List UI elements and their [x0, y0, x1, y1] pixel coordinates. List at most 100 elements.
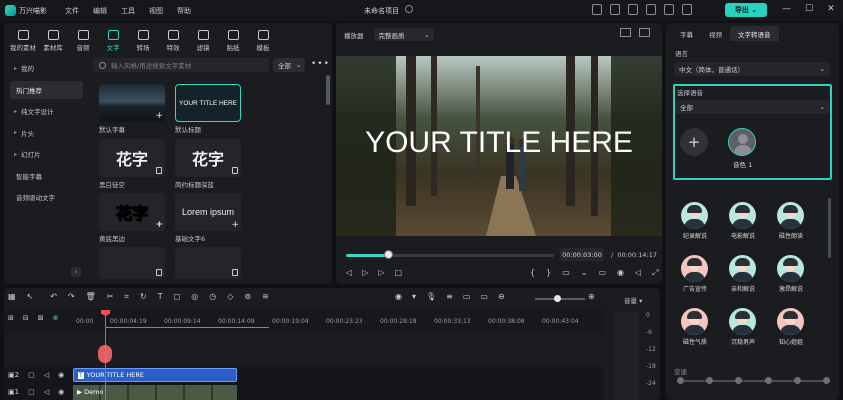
tab-music[interactable]: 音频	[68, 30, 98, 52]
motion-icon[interactable]: ⊚	[244, 292, 251, 302]
color-icon[interactable]: ◎	[191, 292, 198, 302]
lock-icon[interactable]: ▢	[28, 388, 35, 396]
undo-icon[interactable]: ↶	[50, 292, 57, 302]
grid-view-icon[interactable]	[639, 28, 650, 37]
play-forward-icon[interactable]: ▷	[378, 268, 384, 277]
collapse-sidebar-icon[interactable]: ‹	[71, 267, 81, 277]
video-clip[interactable]: ▶ Demo	[73, 385, 237, 400]
voice-option[interactable]: 沉稳男声	[729, 308, 757, 346]
microphone-icon[interactable]: 🎙	[426, 292, 436, 301]
video-title-overlay[interactable]: YOUR TITLE HERE	[336, 126, 662, 160]
menu-edit[interactable]: 编辑	[93, 6, 107, 16]
fullscreen-icon[interactable]: ⤢	[652, 268, 658, 278]
thumbnail-basic-6[interactable]: Lorem ipsum +	[175, 193, 241, 231]
visibility-icon[interactable]: ◉	[58, 371, 64, 379]
sidebar-item[interactable]: ▸ 片头	[10, 124, 83, 142]
playhead-marker[interactable]	[98, 345, 112, 363]
thumbnail-default-title[interactable]: YOUR TITLE HERE	[175, 84, 241, 122]
close-icon[interactable]: ✕	[827, 4, 835, 14]
monitor-icon[interactable]: ▭	[598, 268, 606, 278]
download-icon[interactable]	[232, 269, 238, 276]
link-icon[interactable]: ⊟	[23, 314, 29, 322]
filter-dropdown[interactable]: 全部 ⌄	[273, 58, 305, 72]
voice-scrollbar[interactable]	[828, 198, 831, 258]
menu-help[interactable]: 帮助	[177, 6, 191, 16]
cloud-sync-icon[interactable]	[405, 5, 413, 13]
snapshot-icon[interactable]: ◉	[617, 268, 624, 278]
cloud-icon[interactable]	[628, 4, 638, 15]
speed-slider[interactable]	[680, 380, 826, 382]
current-time[interactable]: 00:00:03:00	[560, 248, 604, 261]
stop-icon[interactable]: □	[394, 268, 402, 277]
mute-icon[interactable]: ◁	[44, 388, 49, 396]
add-track-icon[interactable]: ⊞	[8, 314, 14, 322]
thumbnail-default-subtitle[interactable]: +	[99, 84, 165, 122]
tab-subtitles[interactable]: 字幕	[672, 26, 701, 41]
search-input[interactable]: 输入风格/用途搜索文字素材	[93, 58, 269, 72]
menu-tools[interactable]: 工具	[121, 6, 135, 16]
add-icon[interactable]: +	[155, 220, 163, 230]
screen-record-icon[interactable]: ▭	[463, 292, 471, 301]
tab-transition[interactable]: 转场	[128, 30, 158, 52]
previous-frame-icon[interactable]: ◁	[346, 268, 352, 277]
language-dropdown[interactable]: 中文（简体，普通话） ⌄	[674, 62, 830, 76]
cut-icon[interactable]: ✂	[107, 292, 114, 302]
media-scrollbar[interactable]	[326, 75, 330, 105]
delete-icon[interactable]: 🗑	[86, 292, 96, 302]
voice-option[interactable]: 亲和解说	[729, 255, 757, 293]
select-tool-icon[interactable]: ↖	[27, 292, 34, 302]
playback-scrubber[interactable]	[384, 250, 393, 259]
tab-folder[interactable]: 我的素材	[8, 30, 38, 52]
sidebar-item[interactable]: 音频驱动文字	[10, 188, 83, 206]
mark-in-icon[interactable]: {	[530, 268, 535, 278]
thumbnail-yellow[interactable]: 花字 +	[99, 193, 165, 231]
tab-video[interactable]: 视频	[701, 26, 730, 41]
thumbnail-bw[interactable]: 花字	[99, 139, 165, 177]
thumbnail-more-1[interactable]	[99, 247, 165, 279]
text-clip[interactable]: T YOUR TITLE HERE	[73, 368, 237, 382]
mix-icon[interactable]: ≡	[446, 292, 453, 301]
menu-view[interactable]: 视图	[149, 6, 163, 16]
voice-option[interactable]: 激昂解说	[777, 255, 805, 293]
download-icon[interactable]	[156, 269, 162, 276]
add-voice-button[interactable]: +	[680, 128, 708, 156]
save-icon[interactable]	[592, 4, 602, 15]
gift-icon[interactable]	[664, 4, 674, 15]
maximize-icon[interactable]: ☐	[805, 4, 813, 14]
speed-step-dot[interactable]	[793, 377, 801, 384]
snap-icon[interactable]: ⊠	[38, 314, 44, 322]
chevron-down-icon[interactable]: ⌄	[581, 268, 588, 278]
zoom-out-icon[interactable]: ⊖	[498, 292, 505, 301]
voice-option[interactable]: 知心姐姐	[777, 308, 805, 346]
magnet-icon[interactable]: ⊕	[53, 314, 59, 322]
voice-option[interactable]: 电影解说	[729, 202, 757, 240]
tab-media-library[interactable]: 素材库	[38, 30, 68, 52]
text-tool-icon[interactable]: T	[158, 292, 163, 302]
crop-icon[interactable]: ⌗	[125, 292, 130, 302]
voice-option[interactable]: 广告宣传	[681, 255, 709, 293]
tab-text-to-speech[interactable]: 文字转语音	[730, 26, 779, 41]
export-button[interactable]: 导出 ⌄	[725, 3, 767, 17]
speed-step-dot[interactable]	[823, 377, 830, 384]
add-icon[interactable]: +	[155, 111, 163, 121]
shield-icon[interactable]: ▾	[412, 292, 416, 301]
add-icon[interactable]: +	[231, 220, 239, 230]
quality-icon[interactable]: ▭	[562, 268, 570, 278]
thumbnail-more-2[interactable]	[175, 247, 241, 279]
thumbnail-minimal-blue[interactable]: 花字	[175, 139, 241, 177]
layout-icon[interactable]: ▦	[8, 292, 16, 302]
voice-option[interactable]: 纪录解说	[681, 202, 709, 240]
mark-out-icon[interactable]: }	[546, 268, 551, 278]
split-view-icon[interactable]: ▭	[480, 292, 488, 301]
keyframe-icon[interactable]: ◇	[227, 292, 233, 302]
voice-option[interactable]: 磁性气质	[681, 308, 709, 346]
speed-step-dot[interactable]	[764, 377, 772, 384]
screen-icon[interactable]	[610, 4, 620, 15]
quality-dropdown[interactable]: 完整画质 ⌄	[373, 28, 434, 41]
lock-icon[interactable]: ▢	[28, 371, 35, 379]
visibility-icon[interactable]: ◉	[58, 388, 64, 396]
sidebar-item[interactable]: 热门推荐	[10, 80, 83, 99]
voice-avatar-selected[interactable]	[728, 128, 756, 156]
download-icon[interactable]	[156, 167, 162, 174]
zoom-slider-knob[interactable]	[554, 295, 561, 302]
